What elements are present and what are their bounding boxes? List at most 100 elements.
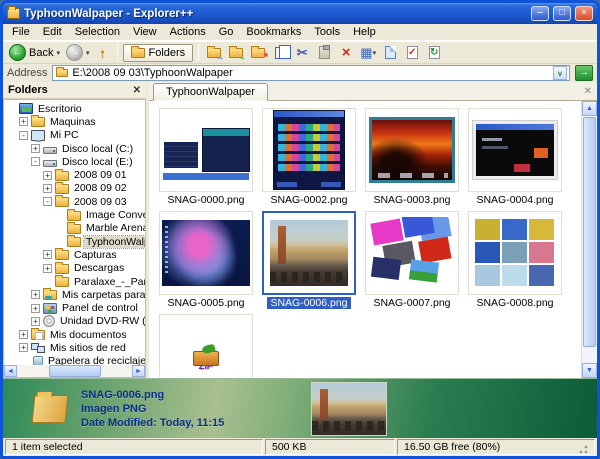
tree-item-mis-carpetas-para-compartir[interactable]: +Mis carpetas para compartir <box>4 288 145 301</box>
expander-icon[interactable]: - <box>19 131 28 140</box>
tree-item-unidad-dvd-rw-d[interactable]: +Unidad DVD-RW (D:) <box>4 315 145 328</box>
tree-item-capturas[interactable]: +Capturas <box>4 248 145 261</box>
forward-dropdown-icon[interactable] <box>86 49 90 57</box>
tree-item-marble-arena[interactable]: Marble Arena <box>4 222 145 235</box>
maximize-button[interactable]: □ <box>553 6 571 21</box>
menu-edit[interactable]: Edit <box>37 25 68 39</box>
back-dropdown-icon[interactable] <box>56 49 60 57</box>
tree-item-2008-09-03[interactable]: -2008 09 03 <box>4 195 145 208</box>
menu-help[interactable]: Help <box>347 25 382 39</box>
refresh-button[interactable]: ↻ <box>424 43 444 62</box>
close-button[interactable]: × <box>575 6 593 21</box>
vertical-scrollbar[interactable]: ▲ ▼ <box>581 101 597 378</box>
address-input[interactable]: E:\2008 09 03\TyphoonWalpaper <box>52 65 570 81</box>
expander-icon[interactable]: + <box>19 330 28 339</box>
scroll-right-icon[interactable]: ► <box>132 365 145 377</box>
file-snag-0006-png[interactable]: SNAG-0006.png <box>260 211 358 314</box>
back-button[interactable]: Back <box>7 43 62 62</box>
tree-item-maquinas[interactable]: +Maquinas <box>4 115 145 128</box>
expander-icon[interactable]: + <box>31 290 40 299</box>
resize-grip[interactable] <box>579 445 588 454</box>
tree-item-escritorio[interactable]: Escritorio <box>4 102 145 115</box>
folders-toggle-button[interactable]: Folders <box>123 44 194 62</box>
file-snag-0004-png[interactable]: SNAG-0004.png <box>466 108 564 211</box>
expander-icon[interactable]: + <box>43 250 52 259</box>
tree-item-descargas[interactable]: +Descargas <box>4 262 145 275</box>
expander-icon[interactable]: + <box>43 264 52 273</box>
menu-view[interactable]: View <box>127 25 163 39</box>
tab-close-button[interactable] <box>584 86 592 97</box>
minimize-button[interactable]: – <box>531 6 549 21</box>
move-to-folder-button[interactable] <box>226 43 246 62</box>
copy-to-folder-button[interactable] <box>204 43 224 62</box>
menu-go[interactable]: Go <box>213 25 240 39</box>
properties-button[interactable] <box>380 43 400 62</box>
refresh-icon: ↻ <box>429 46 440 59</box>
expander-icon[interactable]: - <box>31 157 40 166</box>
expander-icon[interactable]: + <box>31 144 40 153</box>
menu-actions[interactable]: Actions <box>164 25 212 39</box>
close-folders-pane-button[interactable] <box>133 85 141 96</box>
scroll-thumb[interactable] <box>583 117 596 347</box>
app-folder-icon <box>7 8 20 19</box>
delete-button[interactable]: × <box>336 43 356 62</box>
expander-icon[interactable]: + <box>31 304 40 313</box>
tree-scroll-thumb[interactable] <box>49 365 101 377</box>
tree-item-paralaxe-paralaxe-20[interactable]: Paralaxe_-_Paralaxe_20 <box>4 275 145 288</box>
scroll-left-icon[interactable]: ◄ <box>4 365 17 377</box>
tree-item-papelera-de-reciclaje[interactable]: Papelera de reciclaje <box>4 355 145 365</box>
address-value: E:\2008 09 03\TyphoonWalpaper <box>72 67 232 79</box>
scroll-down-icon[interactable]: ▼ <box>582 363 597 378</box>
file-snag-0008-png[interactable]: SNAG-0008.png <box>466 211 564 314</box>
address-go-button[interactable] <box>575 65 593 81</box>
file-name-label: SNAG-0008.png <box>473 297 556 309</box>
menu-bookmarks[interactable]: Bookmarks <box>240 25 307 39</box>
tree-item-disco-local-c[interactable]: +Disco local (C:) <box>4 142 145 155</box>
tree-item-image-converter-on[interactable]: Image Converter On <box>4 208 145 221</box>
folder-tree: Escritorio+Maquinas-Mi PC+Disco local (C… <box>3 99 146 365</box>
expander-icon[interactable]: + <box>19 117 28 126</box>
expander-icon[interactable]: + <box>19 343 28 352</box>
tree-item-panel-de-control[interactable]: +Panel de control <box>4 301 145 314</box>
thumbnail-snag-0004-png <box>473 121 557 179</box>
file-zip-archive[interactable]: ZIP <box>157 314 255 378</box>
tree-horizontal-scrollbar[interactable]: ◄ ► <box>3 365 146 378</box>
expander-icon[interactable]: - <box>43 197 52 206</box>
views-dropdown-icon[interactable] <box>373 49 377 57</box>
file-snag-0003-png[interactable]: SNAG-0003.png <box>363 108 461 211</box>
paste-button[interactable] <box>314 43 334 62</box>
apply-button[interactable]: ✓ <box>402 43 422 62</box>
tree-item-label: Papelera de reciclaje <box>46 355 146 365</box>
views-button[interactable]: ▦ <box>358 43 378 62</box>
scroll-up-icon[interactable]: ▲ <box>582 101 597 116</box>
expander-icon[interactable]: + <box>43 171 52 180</box>
copy-icon <box>275 47 285 59</box>
file-snag-0007-png[interactable]: SNAG-0007.png <box>363 211 461 314</box>
expander-icon[interactable]: + <box>31 317 40 326</box>
tab-typhoonwalpaper[interactable]: TyphoonWalpaper <box>153 83 268 101</box>
scroll-track[interactable] <box>582 116 597 363</box>
file-snag-0002-png[interactable]: SNAG-0002.png <box>260 108 358 211</box>
file-snag-0005-png[interactable]: SNAG-0005.png <box>157 211 255 314</box>
tree-item-2008-09-01[interactable]: +2008 09 01 <box>4 168 145 181</box>
menu-tools[interactable]: Tools <box>308 25 346 39</box>
tree-scroll-track[interactable] <box>17 365 132 377</box>
new-folder-button[interactable] <box>248 43 268 62</box>
menu-file[interactable]: File <box>6 25 36 39</box>
tree-item-disco-local-e[interactable]: -Disco local (E:) <box>4 155 145 168</box>
title-bar: TyphoonWalpaper - Explorer++ – □ × <box>3 3 597 24</box>
tree-item-typhoonwalpaper[interactable]: TyphoonWalpaper <box>4 235 145 248</box>
forward-button[interactable] <box>64 43 92 62</box>
tree-item-2008-09-02[interactable]: +2008 09 02 <box>4 182 145 195</box>
copy-button[interactable] <box>270 43 290 62</box>
file-snag-0000-png[interactable]: SNAG-0000.png <box>157 108 255 211</box>
tree-item-mi-pc[interactable]: -Mi PC <box>4 129 145 142</box>
up-button[interactable] <box>94 45 112 60</box>
expander-icon[interactable]: + <box>43 184 52 193</box>
tree-item-mis-sitios-de-red[interactable]: +Mis sitios de red <box>4 341 145 354</box>
address-dropdown-button[interactable] <box>553 66 567 80</box>
tree-item-mis-documentos[interactable]: +Mis documentos <box>4 328 145 341</box>
menu-selection[interactable]: Selection <box>69 25 126 39</box>
cut-button[interactable]: ✂ <box>292 43 312 62</box>
thumbnail-snag-0006-png <box>270 220 348 286</box>
